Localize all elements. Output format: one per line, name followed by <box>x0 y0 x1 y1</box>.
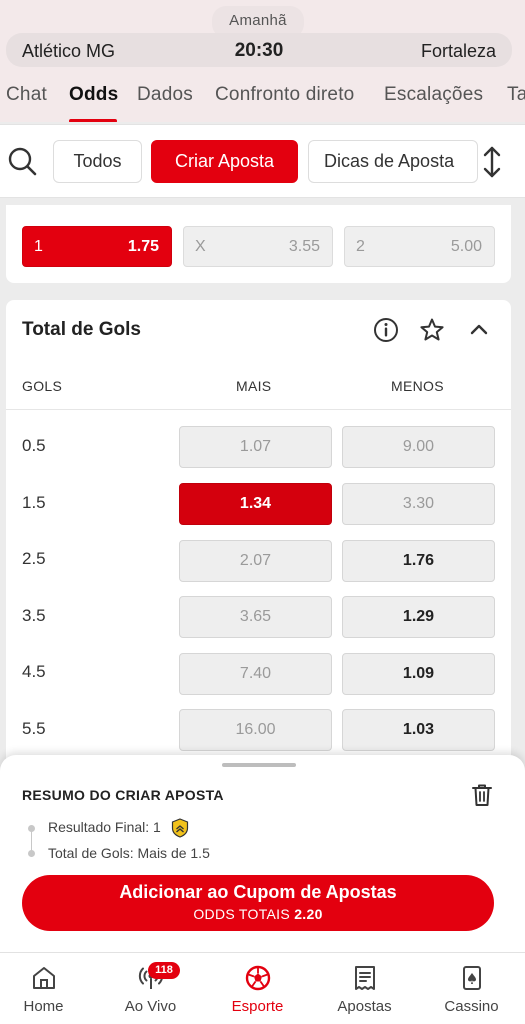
goal-line: 5.5 <box>22 719 46 738</box>
total-odds-value: 2.20 <box>294 906 323 922</box>
goal-line: 3.5 <box>22 606 46 625</box>
nav-item-cassino[interactable]: Cassino <box>419 953 524 1024</box>
summary-title: RESUMO DO CRIAR APOSTA <box>22 787 224 803</box>
over-odd-button[interactable]: 16.00 <box>179 709 332 751</box>
nav-label: Cassino <box>444 998 499 1015</box>
tab-chat[interactable]: Chat <box>6 84 47 106</box>
sort-icon[interactable] <box>478 145 506 179</box>
nav-item-apostas[interactable]: Apostas <box>312 953 417 1024</box>
nav-label: Home <box>23 998 64 1015</box>
star-icon[interactable] <box>418 316 446 344</box>
add-to-betslip-button[interactable]: Adicionar ao Cupom de Apostas ODDS TOTAI… <box>22 875 494 931</box>
total-odds-label: ODDS TOTAIS <box>193 906 290 922</box>
drag-handle[interactable] <box>222 763 296 767</box>
under-odd-button[interactable]: 1.29 <box>342 596 495 638</box>
boost-shield-icon <box>171 818 189 838</box>
home-icon <box>33 967 55 989</box>
bet-builder-summary: RESUMO DO CRIAR APOSTA Resultado Final: … <box>0 755 525 955</box>
tab-dados[interactable]: Dados <box>137 84 193 106</box>
final-result-market: 1 1.75 X 3.55 2 5.00 <box>6 205 511 283</box>
match-header: Amanhã Atlético MG 20:30 Fortaleza Chat … <box>0 0 525 122</box>
chevron-up-icon[interactable] <box>465 316 493 344</box>
cards-icon <box>463 966 481 990</box>
under-odd-button[interactable]: 1.03 <box>342 709 495 751</box>
goal-line: 1.5 <box>22 493 46 512</box>
odd-label: 2 <box>356 238 365 255</box>
odd-value: 5.00 <box>450 238 482 255</box>
under-odd-button[interactable]: 1.76 <box>342 540 495 582</box>
goal-line: 0.5 <box>22 436 46 455</box>
odd-label: 1 <box>34 238 43 255</box>
odd-value: 1.75 <box>127 238 159 255</box>
bottom-navigation: Home 118 Ao Vivo Esporte Apostas Cassino <box>0 952 525 1024</box>
total-goals-market: Total de Gols GOLS MAIS MENOS 0.5 1.07 9… <box>6 300 511 770</box>
tab-more[interactable]: Ta <box>507 84 525 106</box>
total-odds-line: ODDS TOTAIS 2.20 <box>22 906 494 922</box>
odd-label: X <box>195 238 206 255</box>
goal-line: 2.5 <box>22 549 46 568</box>
nav-label: Ao Vivo <box>124 998 177 1015</box>
over-odd-button[interactable]: 2.07 <box>179 540 332 582</box>
add-button-label: Adicionar ao Cupom de Apostas <box>119 882 397 902</box>
nav-item-home[interactable]: Home <box>0 953 96 1024</box>
selection-dot <box>28 825 35 832</box>
filter-chip-todos[interactable]: Todos <box>53 140 142 183</box>
odd-button-draw[interactable]: X 3.55 <box>183 226 333 267</box>
soccer-ball-icon <box>245 965 271 991</box>
over-odd-button[interactable]: 7.40 <box>179 653 332 695</box>
divider <box>6 409 511 410</box>
selection-dot <box>28 850 35 857</box>
nav-label: Apostas <box>337 998 392 1015</box>
live-count-badge: 118 <box>148 962 180 979</box>
market-title: Total de Gols <box>22 319 141 340</box>
market-filter-bar: Todos Criar Aposta Dicas de Aposta <box>0 124 525 198</box>
scoreboard: Atlético MG 20:30 Fortaleza <box>6 33 512 67</box>
column-header-mais: MAIS <box>236 378 272 394</box>
column-header-gols: GOLS <box>22 378 63 394</box>
active-tab-indicator <box>69 119 117 122</box>
under-odd-button[interactable]: 3.30 <box>342 483 495 525</box>
nav-label: Esporte <box>231 998 284 1015</box>
search-icon[interactable] <box>6 145 38 177</box>
goal-line: 4.5 <box>22 662 46 681</box>
over-odd-button[interactable]: 1.34 <box>179 483 332 525</box>
nav-item-ao-vivo[interactable]: 118 Ao Vivo <box>98 953 203 1024</box>
betslip-icon <box>355 966 375 990</box>
match-tabs: Chat Odds Dados Confronto direto Escalaç… <box>0 80 525 122</box>
odd-value: 3.55 <box>288 238 320 255</box>
filter-chip-dicas-de-aposta[interactable]: Dicas de Aposta <box>308 140 478 183</box>
under-odd-button[interactable]: 1.09 <box>342 653 495 695</box>
info-icon[interactable] <box>372 316 400 344</box>
over-odd-button[interactable]: 3.65 <box>179 596 332 638</box>
filter-chip-criar-aposta[interactable]: Criar Aposta <box>151 140 298 183</box>
selection-item: Resultado Final: 1 <box>48 819 161 835</box>
away-team: Fortaleza <box>420 41 496 61</box>
under-odd-button[interactable]: 9.00 <box>342 426 495 468</box>
tab-odds[interactable]: Odds <box>69 84 118 106</box>
selection-item: Total de Gols: Mais de 1.5 <box>48 845 210 861</box>
odd-button-away[interactable]: 2 5.00 <box>344 226 495 267</box>
tab-escalacoes[interactable]: Escalações <box>384 84 483 106</box>
odd-button-home[interactable]: 1 1.75 <box>22 226 172 267</box>
nav-item-esporte[interactable]: Esporte <box>205 953 310 1024</box>
trash-icon[interactable] <box>470 782 494 808</box>
over-odd-button[interactable]: 1.07 <box>179 426 332 468</box>
tab-confronto-direto[interactable]: Confronto direto <box>215 84 354 106</box>
column-header-menos: MENOS <box>391 378 444 394</box>
